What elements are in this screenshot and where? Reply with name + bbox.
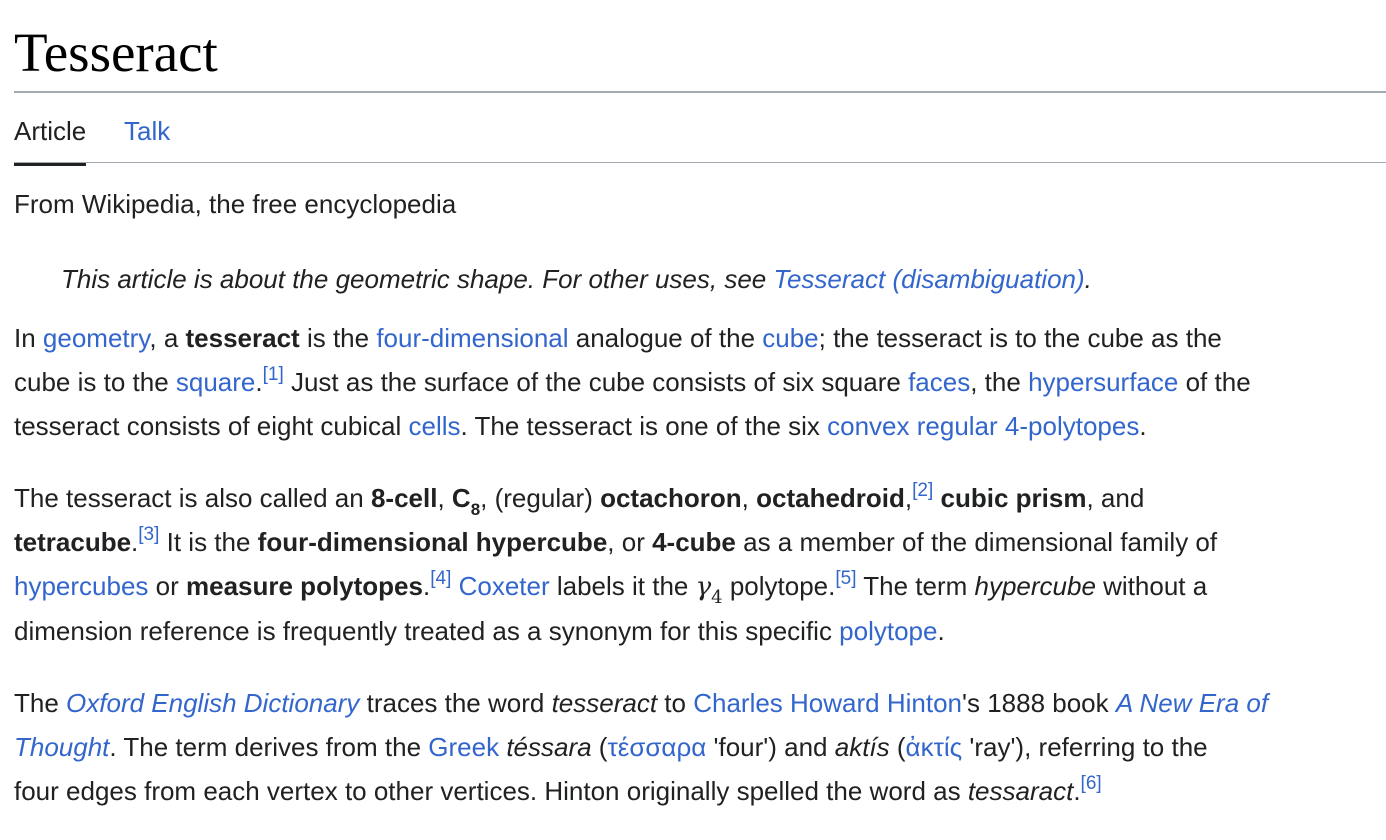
- term-tesseract: tesseract: [185, 323, 300, 353]
- link-a-new-era-of-thought-cont[interactable]: Thought: [14, 732, 109, 762]
- article-page: Tesseract Article Talk From Wikipedia, t…: [0, 0, 1386, 840]
- term-octahedroid: octahedroid: [756, 483, 905, 513]
- paragraph-intro: In geometry, a tesseract is the four-dim…: [14, 323, 1251, 441]
- link-coxeter[interactable]: Coxeter: [459, 571, 550, 601]
- term-tessara: téssara: [506, 732, 592, 762]
- term-c8: C8: [451, 483, 481, 519]
- link-cube[interactable]: cube: [762, 323, 818, 353]
- link-convex-regular-4-polytopes[interactable]: convex regular 4-polytopes: [827, 411, 1139, 441]
- term-four-dimensional-hypercube: four-dimensional hypercube: [257, 527, 608, 557]
- link-oxford-english-dictionary[interactable]: Oxford English Dictionary: [66, 688, 359, 718]
- link-a-new-era-of-thought[interactable]: A New Era of: [1116, 688, 1268, 718]
- paragraph-names: The tesseract is also called an 8-cell, …: [14, 480, 1218, 646]
- title-divider: [14, 91, 1386, 93]
- term-measure-polytopes: measure polytopes: [186, 571, 423, 601]
- paragraph-etymology: The Oxford English Dictionary traces the…: [14, 688, 1269, 806]
- term-octachoron: octachoron: [600, 483, 742, 513]
- hatnote-text: This article is about the geometric shap…: [61, 264, 774, 294]
- link-greek[interactable]: Greek: [428, 732, 499, 762]
- tabs-divider: [14, 162, 1386, 163]
- link-aktis-greek[interactable]: ἀκτίς: [906, 732, 963, 762]
- term-aktis: aktís: [834, 732, 890, 762]
- tab-talk[interactable]: Talk: [124, 111, 170, 151]
- term-tetracube: tetracube: [14, 527, 132, 557]
- ref-3[interactable]: [3]: [138, 524, 159, 545]
- ref-6[interactable]: [6]: [1081, 773, 1102, 794]
- tab-article[interactable]: Article: [14, 111, 87, 166]
- link-hypersurface[interactable]: hypersurface: [1028, 367, 1178, 397]
- math-gamma-4: γ4: [695, 572, 723, 608]
- ref-1[interactable]: [1]: [263, 364, 284, 385]
- term-4-cube: 4-cube: [652, 527, 736, 557]
- term-tesseract-italic: tesseract: [551, 688, 658, 718]
- link-charles-howard-hinton[interactable]: Charles Howard Hinton: [693, 688, 962, 718]
- hatnote: This article is about the geometric shap…: [61, 264, 1092, 294]
- link-polytope[interactable]: polytope: [839, 616, 937, 646]
- link-faces[interactable]: faces: [908, 367, 970, 397]
- term-cubic-prism: cubic prism: [940, 483, 1087, 513]
- term-8-cell: 8-cell: [370, 483, 438, 513]
- link-geometry[interactable]: geometry: [43, 323, 149, 353]
- link-tessara-greek[interactable]: τέσσαρα: [607, 732, 706, 762]
- page-title: Tesseract: [14, 22, 218, 83]
- ref-2[interactable]: [2]: [912, 480, 933, 501]
- site-tagline: From Wikipedia, the free encyclopedia: [14, 189, 457, 219]
- term-hypercube-italic: hypercube: [974, 571, 1096, 601]
- ref-5[interactable]: [5]: [835, 568, 856, 589]
- term-tessaract: tessaract: [967, 776, 1074, 806]
- link-square[interactable]: square: [176, 367, 256, 397]
- ref-4[interactable]: [4]: [430, 568, 451, 589]
- link-four-dimensional[interactable]: four-dimensional: [376, 323, 568, 353]
- link-tesseract-disambiguation[interactable]: Tesseract (disambiguation): [773, 264, 1084, 294]
- link-hypercubes[interactable]: hypercubes: [14, 571, 148, 601]
- link-cells[interactable]: cells: [409, 411, 461, 441]
